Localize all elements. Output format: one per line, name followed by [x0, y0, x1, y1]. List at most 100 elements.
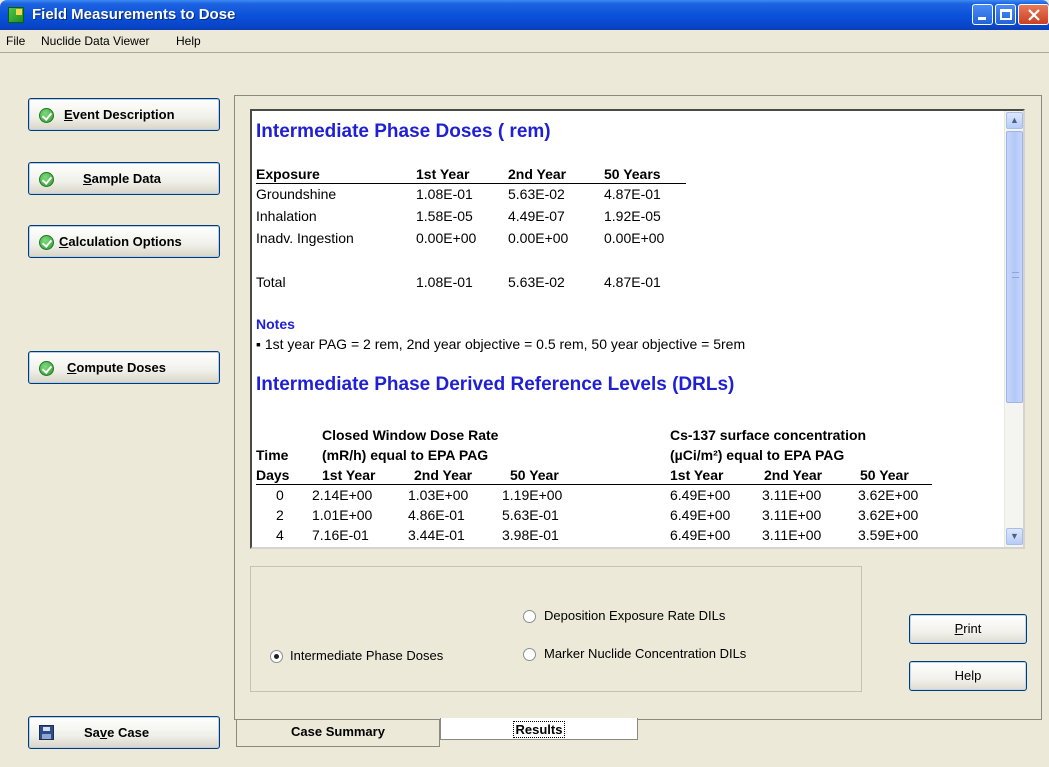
drl-cell: 7.16E-01 — [312, 527, 369, 543]
dose-cell: 1.08E-01 — [416, 186, 473, 202]
drl-cell: 3.98E-01 — [502, 527, 559, 543]
dose-cell: 1.92E-05 — [604, 208, 661, 224]
report-content: Intermediate Phase Doses ( rem) Exposure… — [256, 111, 1004, 547]
drl-cell: 0 — [276, 487, 284, 503]
event-description-button[interactable]: Event Description — [28, 98, 220, 131]
sample-data-button[interactable]: Sample Data — [28, 162, 220, 195]
menu-nuclide-data-viewer[interactable]: Nuclide Data Viewer — [41, 34, 150, 48]
menu-divider — [0, 52, 1049, 53]
dose-total: 5.63E-02 — [508, 274, 565, 290]
deposition-radio-label[interactable]: Deposition Exposure Rate DILs — [544, 608, 725, 623]
drl-subheader: 2nd Year — [414, 467, 473, 483]
report-title: Intermediate Phase Doses ( rem) — [256, 121, 551, 142]
drl-cell: 3.11E+00 — [762, 527, 822, 543]
dose-cell: 0.00E+00 — [604, 230, 665, 246]
dose-cell: Inhalation — [256, 208, 317, 224]
scroll-up-arrow-icon[interactable]: ▲ — [1006, 112, 1023, 129]
check-icon — [39, 172, 54, 187]
drl-cell: 4 — [276, 527, 284, 543]
intermediate-radio[interactable] — [270, 650, 283, 663]
dose-header-50years: 50 Years — [604, 166, 661, 182]
dose-total: 4.87E-01 — [604, 274, 661, 290]
save-case-button[interactable]: Save Case — [28, 716, 220, 749]
drl-subheader: 2nd Year — [764, 467, 823, 483]
check-icon — [39, 235, 54, 250]
intermediate-radio-label[interactable]: Intermediate Phase Doses — [290, 648, 443, 663]
grip-icon — [1012, 272, 1019, 278]
tab-case-summary[interactable]: Case Summary — [236, 720, 440, 747]
dose-total-label: Total — [256, 274, 286, 290]
drl-subheader: 1st Year — [322, 467, 376, 483]
report-scrollbar[interactable]: ▲ ▼ — [1004, 111, 1023, 547]
drl-group2-line1: Cs-137 surface concentration — [670, 427, 867, 443]
drl-group2-line2: (µCi/m²) equal to EPA PAG — [670, 447, 845, 463]
drl-cell: 6.49E+00 — [670, 507, 731, 523]
floppy-disk-icon — [39, 725, 54, 740]
dose-header-rule — [256, 183, 686, 184]
drl-cell: 1.03E+00 — [408, 487, 469, 503]
notes-title: Notes — [256, 316, 295, 332]
drl-cell: 1.19E+00 — [502, 487, 563, 503]
drl-cell: 3.59E+00 — [858, 527, 919, 543]
marker-radio[interactable] — [523, 648, 536, 661]
close-icon — [1028, 9, 1040, 21]
dose-header-year2: 2nd Year — [508, 166, 567, 182]
notes-text: ▪ 1st year PAG = 2 rem, 2nd year objecti… — [256, 336, 746, 352]
dose-cell: 4.87E-01 — [604, 186, 661, 202]
drl-cell: 3.11E+00 — [762, 487, 822, 503]
drl-cell: 1.01E+00 — [312, 507, 373, 523]
window-title: Field Measurements to Dose — [32, 6, 236, 23]
drl-cell: 3.62E+00 — [858, 507, 919, 523]
drl-days-label: Days — [256, 467, 290, 483]
drl-cell: 4.86E-01 — [408, 507, 465, 523]
check-icon — [39, 361, 54, 376]
dose-cell: 0.00E+00 — [508, 230, 569, 246]
scroll-down-arrow-icon[interactable]: ▼ — [1006, 528, 1023, 545]
drl-cell: 5.63E-01 — [502, 507, 559, 523]
dose-cell: 4.49E-07 — [508, 208, 565, 224]
dose-cell: 1.58E-05 — [416, 208, 473, 224]
dose-header-exposure: Exposure — [256, 166, 320, 182]
close-button[interactable] — [1018, 4, 1049, 25]
report-options-group — [250, 566, 862, 692]
scroll-thumb[interactable] — [1006, 131, 1023, 403]
menu-file[interactable]: File — [6, 34, 25, 48]
drl-cell: 3.62E+00 — [858, 487, 919, 503]
menu-bar: File Nuclide Data Viewer Help — [0, 30, 1049, 52]
menu-help[interactable]: Help — [176, 34, 201, 48]
check-icon — [39, 108, 54, 123]
drl-cell: 2.14E+00 — [312, 487, 373, 503]
compute-doses-button[interactable]: Compute Doses — [28, 351, 220, 384]
drl-cell: 2 — [276, 507, 284, 523]
print-button[interactable]: Print — [909, 614, 1027, 644]
dose-cell: 5.63E-02 — [508, 186, 565, 202]
sample-data-label: Sample Data — [83, 171, 162, 186]
tab-results-label: Results — [512, 721, 566, 738]
tab-case-summary-label: Case Summary — [291, 724, 385, 739]
drl-subheader: 50 Year — [860, 467, 909, 483]
minimize-button[interactable] — [972, 4, 993, 25]
help-button[interactable]: Help — [909, 661, 1027, 691]
save-case-label: Save Case — [84, 725, 150, 740]
tab-results[interactable]: Results — [440, 718, 638, 740]
drl-cell: 3.44E-01 — [408, 527, 465, 543]
drl-cell: 3.11E+00 — [762, 507, 822, 523]
event-description-label: Event Description — [64, 107, 175, 122]
maximize-button[interactable] — [995, 4, 1016, 25]
title-bar: Field Measurements to Dose — [0, 0, 1049, 30]
drl-group1-line1: Closed Window Dose Rate — [322, 427, 499, 443]
drl-time-label: Time — [256, 447, 289, 463]
drl-subheader: 1st Year — [670, 467, 724, 483]
drl-cell: 6.49E+00 — [670, 527, 731, 543]
calculation-options-button[interactable]: Calculation Options — [28, 225, 220, 258]
compute-doses-label: Compute Doses — [67, 360, 166, 375]
deposition-radio[interactable] — [523, 610, 536, 623]
dose-cell: Groundshine — [256, 186, 337, 202]
dose-cell: Inadv. Ingestion — [256, 230, 354, 246]
dose-cell: 0.00E+00 — [416, 230, 477, 246]
drl-cell: 6.49E+00 — [670, 487, 731, 503]
dose-total: 1.08E-01 — [416, 274, 473, 290]
report-view[interactable]: Intermediate Phase Doses ( rem) Exposure… — [250, 109, 1025, 549]
drl-header-rule — [256, 484, 932, 485]
marker-radio-label[interactable]: Marker Nuclide Concentration DILs — [544, 646, 746, 661]
